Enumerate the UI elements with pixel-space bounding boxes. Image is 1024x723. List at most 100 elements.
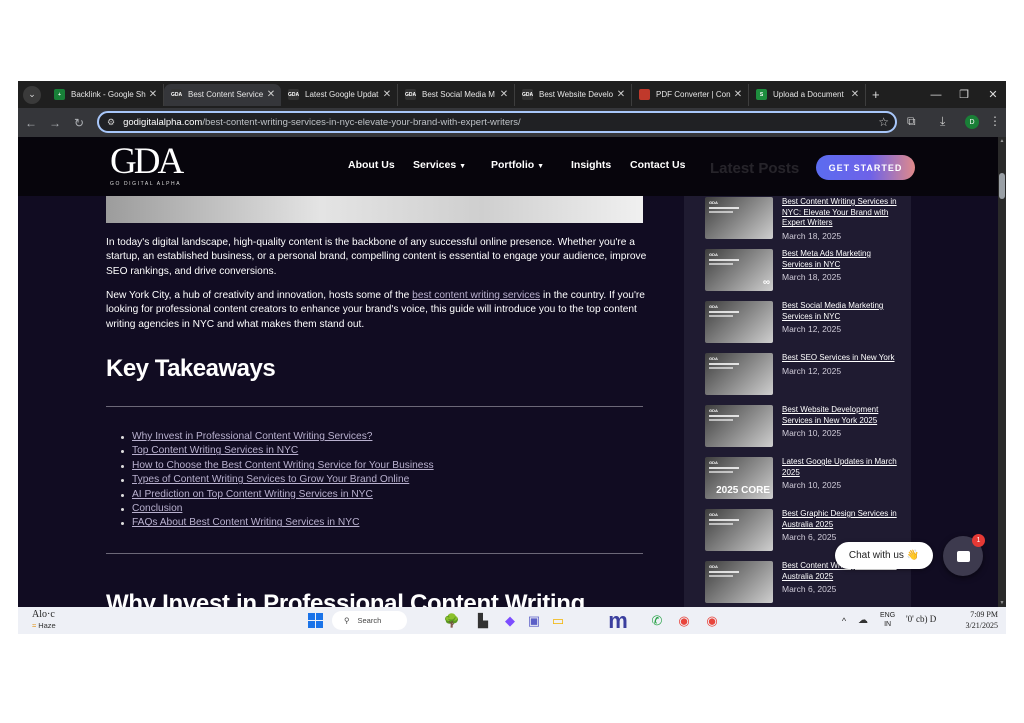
tab-close-icon[interactable]: ✕ [615,89,627,100]
thumb-line [709,523,733,525]
system-clock[interactable]: 7:09 PM 3/21/2025 [958,609,998,631]
toc-link[interactable]: Types of Content Writing Services to Gro… [121,473,434,487]
onedrive-icon[interactable]: ☁ [856,611,870,630]
toc-link[interactable]: Top Content Writing Services in NYC [121,444,434,458]
post-thumbnail[interactable]: GDA [705,405,773,447]
thumb-caption: ∞ [762,277,770,288]
browser-tab[interactable]: GDA Best Content Service ✕ [164,83,281,106]
browser-tab[interactable]: S Upload a Document ✕ [749,83,866,106]
toc-link[interactable]: How to Choose the Best Content Writing S… [121,459,434,473]
close-window-icon[interactable]: ✕ [978,81,1006,108]
divider [106,406,643,407]
copilot-icon[interactable]: ◆ [501,611,519,630]
toc-link[interactable]: Conclusion [121,502,434,516]
browser-tab[interactable]: GDA Best Website Develo ✕ [515,83,632,106]
table-of-contents: Why Invest in Professional Content Writi… [121,430,434,531]
toc-link[interactable]: Why Invest in Professional Content Writi… [121,430,434,444]
tab-close-icon[interactable]: ✕ [381,89,393,100]
toc-link[interactable]: AI Prediction on Top Content Writing Ser… [121,488,434,502]
post-thumbnail[interactable]: GDA [705,561,773,603]
tab-close-icon[interactable]: ✕ [849,89,861,100]
post-title-link[interactable]: Best Website Development Services in New… [782,405,900,426]
sidebar-post[interactable]: GDA 2025 CORE Latest Google Updates in Mar… [705,457,905,503]
post-thumbnail[interactable]: GDA [705,301,773,343]
post-date: March 6, 2025 [782,584,837,594]
new-tab-button[interactable]: + [872,87,880,102]
post-title-link[interactable]: Latest Google Updates in March 2025 [782,457,900,478]
post-title-link[interactable]: Best SEO Services in New York [782,353,900,364]
reload-icon[interactable]: ↻ [68,116,90,130]
thumb-line [709,315,733,317]
toc-link[interactable]: FAQs About Best Content Writing Services… [121,516,434,530]
thumb-logo: GDA [709,460,718,465]
chrome-icon[interactable]: ◉ [675,611,693,630]
sidebar-post[interactable]: GDA ∞ Best Meta Ads Marketing Services in … [705,249,905,295]
post-title-link[interactable]: Best Meta Ads Marketing Services in NYC [782,249,900,270]
post-thumbnail[interactable]: GDA ∞ [705,249,773,291]
post-thumbnail[interactable]: GDA [705,353,773,395]
post-thumbnail[interactable]: GDA [705,197,773,239]
scrollbar-thumb[interactable] [999,173,1005,199]
post-title-link[interactable]: Best Social Media Marketing Services in … [782,301,900,322]
divider [106,553,643,554]
best-content-writing-link[interactable]: best content writing services [412,290,540,301]
nav-services[interactable]: Services ▼ [413,159,466,171]
scroll-up-arrow[interactable]: ▲ [998,138,1006,144]
extensions-icon[interactable]: ⧉ [907,114,916,129]
tab-favicon-icon [639,89,650,100]
restore-icon[interactable]: ❐ [949,81,979,108]
thumb-logo: GDA [709,356,718,361]
browser-tab[interactable]: + Backlink - Google Sh ✕ [47,83,164,106]
widgets-icon[interactable]: 🌳 [437,611,467,630]
whatsapp-icon[interactable]: ✆ [648,611,666,630]
tab-close-icon[interactable]: ✕ [147,89,159,100]
minimize-icon[interactable]: — [921,81,951,108]
post-date: March 18, 2025 [782,272,842,282]
windows-taskbar: Alo·c ≈ Haze ⚲ Search 🌳 ▙ ◆ ▣ ▭ m ✆ ◉ ◉ ^… [18,607,1006,634]
app-m-icon[interactable]: m [604,608,632,633]
tray-chevron-icon[interactable]: ^ [838,611,850,630]
site-logo[interactable]: GDA GO DIGITAL ALPHA [110,143,195,191]
site-info-icon[interactable]: ⚙ [107,117,115,128]
get-started-button[interactable]: GET STARTED [816,155,915,180]
download-icon[interactable]: ⤓ [940,114,945,129]
thumb-line [709,311,739,313]
scroll-down-arrow[interactable]: ▼ [998,600,1006,606]
windows-start-icon[interactable] [306,611,324,630]
tab-close-icon[interactable]: ✕ [732,89,744,100]
forward-icon[interactable]: → [44,116,66,130]
tab-close-icon[interactable]: ✕ [265,89,277,100]
nav-portfolio[interactable]: Portfolio ▼ [491,159,544,171]
tab-search-icon[interactable]: ⌄ [23,85,41,104]
page-scrollbar[interactable]: ▲ ▼ [998,137,1006,607]
file-explorer-icon[interactable]: ▭ [549,611,567,630]
sidebar-post[interactable]: GDA Best Website Development Services in … [705,405,905,451]
nav-insights[interactable]: Insights [571,159,611,171]
teams-icon[interactable]: ▣ [525,611,543,630]
sidebar-post[interactable]: GDA Best Social Media Marketing Services … [705,301,905,347]
thumb-line [709,575,733,577]
tab-close-icon[interactable]: ✕ [498,89,510,100]
browser-tab[interactable]: PDF Converter | Con ✕ [632,83,749,106]
post-thumbnail[interactable]: GDA 2025 CORE [705,457,773,499]
profile-avatar[interactable]: D [965,115,979,129]
post-title-link[interactable]: Best Graphic Design Services in Australi… [782,509,900,530]
sidebar-post[interactable]: GDA Best Content Writing Services in NYC:… [705,197,905,243]
post-thumbnail[interactable]: GDA [705,509,773,551]
chrome-profile-icon[interactable]: ◉ [703,611,721,630]
weather-widget[interactable]: Alo·c ≈ Haze [32,609,56,631]
task-view-icon[interactable]: ▙ [474,611,492,630]
post-title-link[interactable]: Best Content Writing Services in NYC: El… [782,197,900,229]
address-bar[interactable]: ⚙ godigitalalpha.com/best-content-writin… [97,111,897,133]
chat-with-us-label[interactable]: Chat with us 👋 [835,542,933,569]
taskbar-search[interactable]: ⚲ Search [332,611,407,630]
thumb-line [709,419,733,421]
nav-contact-us[interactable]: Contact Us [630,159,685,171]
browser-menu-icon[interactable]: ⋮ [989,114,1001,128]
back-icon[interactable]: ← [20,116,42,130]
bookmark-star-icon[interactable]: ☆ [878,115,889,129]
nav-about-us[interactable]: About Us [348,159,395,171]
browser-tab[interactable]: GDA Latest Google Updat ✕ [281,83,398,106]
browser-tab[interactable]: GDA Best Social Media M ✕ [398,83,515,106]
sidebar-post[interactable]: GDA Best SEO Services in New York March 12… [705,353,905,399]
